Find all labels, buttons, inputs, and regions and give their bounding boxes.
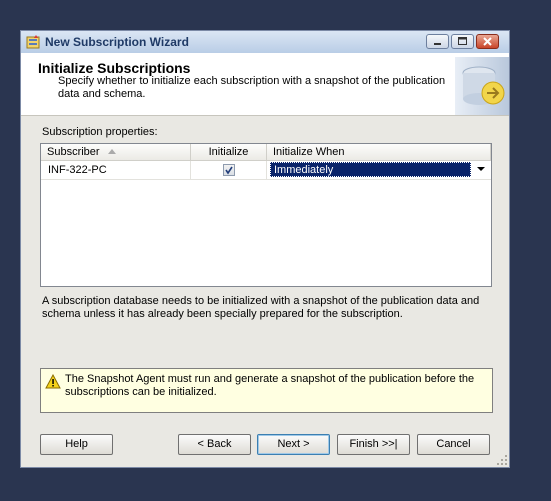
- warning-icon: [45, 374, 61, 389]
- title-bar[interactable]: New Subscription Wizard: [21, 31, 509, 54]
- window-title: New Subscription Wizard: [45, 35, 189, 49]
- column-header-label: Subscriber: [47, 146, 100, 158]
- initialize-when-value: Immediately: [274, 164, 334, 176]
- initialize-checkbox[interactable]: [223, 164, 235, 176]
- maximize-icon: [458, 37, 467, 45]
- minimize-button[interactable]: [426, 34, 449, 49]
- column-header-subscriber[interactable]: Subscriber: [41, 144, 191, 161]
- page-description: Specify whether to initialize each subsc…: [58, 75, 446, 100]
- page-title: Initialize Subscriptions: [38, 60, 191, 76]
- wizard-window: New Subscription Wizard Initialize Subsc…: [20, 30, 510, 468]
- subscription-properties-label: Subscription properties:: [42, 126, 158, 138]
- finish-button[interactable]: Finish >>|: [337, 434, 410, 455]
- column-header-initialize-when[interactable]: Initialize When: [267, 144, 491, 161]
- close-icon: [483, 37, 492, 46]
- wizard-app-icon: [26, 35, 40, 49]
- maximize-button[interactable]: [451, 34, 474, 49]
- subscriber-cell[interactable]: INF-322-PC: [41, 161, 191, 180]
- initialization-note: A subscription database needs to be init…: [42, 295, 480, 320]
- sort-ascending-icon: [108, 149, 116, 154]
- warning-box: The Snapshot Agent must run and generate…: [40, 368, 493, 413]
- close-button[interactable]: [476, 34, 499, 49]
- subscription-grid[interactable]: Subscriber Initialize Initialize When IN…: [40, 143, 492, 287]
- checkmark-icon: [225, 166, 233, 175]
- chevron-down-icon[interactable]: [477, 167, 486, 172]
- initialize-when-dropdown[interactable]: Immediately: [270, 162, 471, 177]
- column-header-label: Initialize When: [273, 146, 345, 158]
- next-button[interactable]: Next >: [257, 434, 330, 455]
- initialize-cell: [191, 161, 267, 180]
- cancel-button[interactable]: Cancel: [417, 434, 490, 455]
- subscriber-name: INF-322-PC: [48, 164, 107, 176]
- column-header-label: Initialize: [208, 146, 249, 158]
- database-wizard-icon: [455, 57, 509, 115]
- minimize-icon: [434, 43, 441, 45]
- column-header-initialize[interactable]: Initialize: [191, 144, 267, 161]
- initialize-when-cell: Immediately: [267, 161, 491, 180]
- resize-grip-icon[interactable]: [496, 454, 508, 466]
- wizard-header: Initialize Subscriptions Specify whether…: [21, 53, 509, 116]
- back-button[interactable]: < Back: [178, 434, 251, 455]
- help-button[interactable]: Help: [40, 434, 113, 455]
- warning-text: The Snapshot Agent must run and generate…: [65, 373, 475, 398]
